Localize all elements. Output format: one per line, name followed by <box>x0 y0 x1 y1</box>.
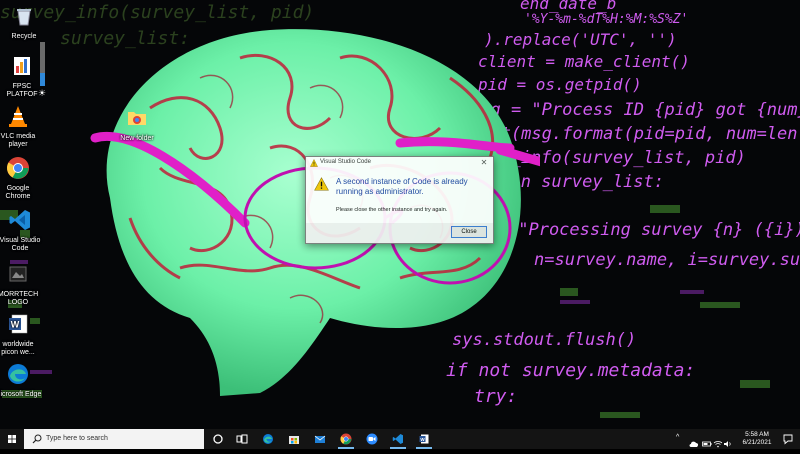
task-view-icon <box>236 434 248 444</box>
desktop-icon-morrtech-logo[interactable]: MORRTECH LOGO <box>0 262 42 307</box>
zoom-icon <box>366 433 378 445</box>
warning-icon <box>314 177 329 191</box>
recycle-bin-icon <box>17 9 31 26</box>
desktop-icon-label: VLC media player <box>0 133 36 148</box>
dialog-message: A second instance of Code is already run… <box>336 177 468 196</box>
search-placeholder: Type here to search <box>46 435 108 442</box>
clock-date: 6/21/2021 <box>742 439 772 446</box>
vlc-cone-icon <box>9 106 27 127</box>
taskbar-store[interactable] <box>282 429 306 449</box>
onedrive-icon[interactable] <box>689 434 699 454</box>
word-icon: W <box>9 314 28 334</box>
taskbar: Type here to search W ^ 5:58 AM 6/21/202… <box>0 429 800 449</box>
dialog-title: Visual Studio Code <box>320 159 371 165</box>
desktop-icon-label: Google Chrome <box>5 185 31 200</box>
mail-icon <box>314 435 326 443</box>
desktop-icon-microsoft-edge[interactable]: Microsoft Edge <box>0 362 42 399</box>
image-icon <box>9 266 27 282</box>
desktop-icon-label: worldwide picon we... <box>1 341 35 356</box>
clock-time: 5:58 AM <box>745 431 769 438</box>
desktop-icon-vlc-media-player[interactable]: VLC media player <box>0 104 42 149</box>
desktop-icon-worldwide-picon[interactable]: W worldwide picon we... <box>0 312 42 357</box>
desktop-icon-label: Microsoft Edge <box>0 391 42 398</box>
desktop-icon-label: Visual Studio Code <box>0 237 41 252</box>
dialog-detail: Please close the other instance and try … <box>336 207 448 213</box>
vscode-icon <box>392 434 403 444</box>
task-view-button[interactable] <box>230 429 254 449</box>
warning-icon <box>310 159 318 167</box>
close-button[interactable]: Close <box>451 226 487 238</box>
edge-icon <box>263 434 273 444</box>
desktop-icon-google-chrome[interactable]: Google Chrome <box>0 156 42 201</box>
wifi-icon[interactable] <box>713 434 723 454</box>
desktop-icon-label: MORRTECH LOGO <box>0 291 39 306</box>
store-icon <box>289 436 299 444</box>
search-icon <box>32 434 42 444</box>
taskbar-vscode[interactable] <box>386 429 410 449</box>
desktop-icon-visual-studio-code[interactable]: Visual Studio Code <box>0 208 44 253</box>
vscode-icon <box>9 210 30 230</box>
taskbar-chrome[interactable] <box>334 429 358 449</box>
desktop-icon-label: FPSC PLATFOF <box>6 83 38 98</box>
taskbar-edge[interactable] <box>256 429 280 449</box>
start-button[interactable] <box>0 429 24 449</box>
windows-logo-icon <box>8 435 16 443</box>
svg-text:W: W <box>11 320 20 330</box>
taskbar-search[interactable]: Type here to search <box>24 429 204 449</box>
battery-icon[interactable] <box>702 434 712 454</box>
cortana-button[interactable] <box>206 429 230 449</box>
vscode-error-dialog: Visual Studio Code ✕ A second instance o… <box>305 156 494 244</box>
dialog-body: A second instance of Code is already run… <box>306 171 493 223</box>
volume-icon[interactable] <box>723 434 733 454</box>
dialog-titlebar[interactable]: Visual Studio Code ✕ <box>306 157 493 171</box>
chrome-icon <box>340 433 352 445</box>
taskbar-mail[interactable] <box>308 429 332 449</box>
bar-chart-icon <box>14 57 30 75</box>
taskbar-word[interactable]: W <box>412 429 436 449</box>
close-icon[interactable]: ✕ <box>479 158 489 167</box>
chrome-icon <box>7 157 29 179</box>
folder-icon <box>128 112 146 125</box>
desktop-icon-label: New folder <box>120 135 154 142</box>
word-icon: W <box>419 434 429 444</box>
cortana-icon <box>213 434 223 444</box>
edge-icon <box>8 364 28 384</box>
taskbar-clock[interactable]: 5:58 AM 6/21/2021 <box>734 431 780 447</box>
desktop-icon-fpsc-platform[interactable]: FPSC PLATFOF <box>0 54 46 99</box>
desktop-icon-recycle-bin[interactable]: Recycle <box>0 4 48 41</box>
desktop-icon-new-folder[interactable]: New folder <box>114 106 160 143</box>
tray-overflow-button[interactable]: ^ <box>676 434 686 454</box>
notification-icon[interactable] <box>782 433 794 445</box>
taskbar-zoom[interactable] <box>360 429 384 449</box>
chevron-up-icon: ^ <box>676 434 680 441</box>
